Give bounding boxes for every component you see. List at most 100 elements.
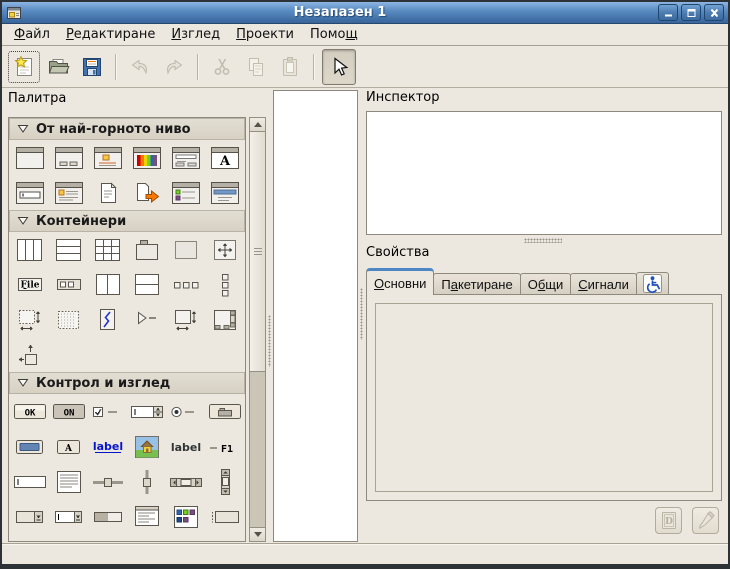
palette-section-header-0[interactable]: От най-горното ниво [9, 118, 245, 140]
menu-file[interactable]: Файл [6, 25, 58, 45]
palette-item-file-chooser-dialog[interactable] [133, 180, 161, 206]
tab-common[interactable]: Общи [520, 273, 572, 294]
palette-item-image[interactable] [134, 434, 160, 460]
toolbar-redo-button[interactable] [158, 51, 190, 83]
palette-item-combo-box[interactable] [15, 504, 45, 530]
palette-item-check-button[interactable] [91, 399, 125, 425]
palette-item-alignment[interactable] [17, 342, 43, 368]
palette-item-toggle-button[interactable]: ON [52, 399, 86, 425]
palette-item-notebook[interactable] [134, 237, 160, 263]
menu-edit[interactable]: Редактиране [58, 25, 163, 45]
palette-item-vbutton-box[interactable] [212, 272, 238, 298]
palette-item-menu-bar[interactable]: File [17, 272, 43, 298]
palette-item-file-selection-dialog[interactable] [172, 145, 200, 171]
inspector-view[interactable] [366, 111, 722, 235]
palette-item-scrolled-window[interactable] [173, 307, 199, 333]
paned-handle-left[interactable] [267, 117, 272, 542]
palette-item-accel-label[interactable]: F1 [208, 434, 242, 460]
titlebar[interactable]: Незапазен 1 [2, 2, 728, 24]
palette-item-progress-bar[interactable] [93, 504, 123, 530]
palette-item-assistant[interactable] [94, 180, 122, 206]
palette-item-part-tick[interactable] [173, 539, 199, 542]
toolbar-open-button[interactable] [42, 51, 74, 83]
hbox-icon [17, 238, 43, 262]
palette-item-font-selection-dialog[interactable]: A [211, 145, 239, 171]
palette-item-hscale[interactable] [91, 469, 125, 495]
palette-item-layout[interactable] [212, 307, 238, 333]
palette-scrollbar[interactable] [249, 117, 266, 542]
palette-item-fixed[interactable] [212, 237, 238, 263]
palette-item-hscrollbar[interactable] [169, 469, 203, 495]
scrollbar-thumb[interactable] [250, 132, 265, 372]
menu-view[interactable]: Изглед [163, 25, 228, 45]
palette-item-spin-button[interactable] [130, 399, 164, 425]
palette-item-button[interactable]: OK [13, 399, 47, 425]
palette-item-cell-view[interactable] [210, 504, 240, 530]
palette-item-message-dialog[interactable] [94, 145, 122, 171]
palette-section-header-2[interactable]: Контрол и изглед [9, 372, 245, 394]
palette-item-recent-chooser-dialog[interactable] [172, 180, 200, 206]
palette-item-frame[interactable] [173, 237, 199, 263]
toolbar-selector-button[interactable] [322, 49, 356, 85]
splitter-handle[interactable] [524, 238, 562, 243]
tab-general[interactable]: Основни [366, 268, 434, 295]
palette-item-dialog[interactable] [55, 145, 83, 171]
menu-help[interactable]: Помощ [302, 25, 366, 45]
palette-item-toolbar-window[interactable] [211, 180, 239, 206]
palette-item-input-dialog[interactable] [16, 180, 44, 206]
palette-item-font-button[interactable]: A [56, 434, 82, 460]
message-dialog-icon [94, 147, 122, 169]
palette-item-part-line[interactable] [56, 539, 82, 542]
palette-item-text-view[interactable] [56, 469, 82, 495]
tab-accessibility[interactable] [636, 272, 669, 294]
palette-item-about-dialog[interactable] [55, 180, 83, 206]
palette-item-hpaned[interactable] [95, 272, 121, 298]
palette-item-color-selection-dialog[interactable] [133, 145, 161, 171]
toolbar-undo-button[interactable] [124, 51, 156, 83]
scroll-up-button[interactable] [250, 118, 265, 132]
palette-item-color-button[interactable] [15, 434, 45, 460]
palette-item-part-box[interactable] [95, 539, 121, 542]
palette-item-viewport[interactable] [17, 307, 43, 333]
edit-style-button[interactable] [692, 507, 719, 534]
tab-signals[interactable]: Сигнали [570, 273, 637, 294]
palette-item-layout-grid[interactable] [56, 307, 82, 333]
palette-item-hbox[interactable] [17, 237, 43, 263]
palette-item-vpaned[interactable] [134, 272, 160, 298]
devhelp-button[interactable]: D [655, 507, 682, 534]
palette-item-hbutton-box[interactable] [173, 272, 199, 298]
palette-item-toolbar[interactable] [56, 272, 82, 298]
palette-item-window[interactable] [16, 145, 44, 171]
statusbar [2, 543, 728, 564]
palette-section-header-1[interactable]: Контейнери [9, 210, 245, 232]
toolbar-copy-button[interactable] [240, 51, 272, 83]
palette-item-vbox[interactable] [56, 237, 82, 263]
palette-item-file-chooser-button[interactable] [208, 399, 242, 425]
toolbar-paste-button[interactable] [274, 51, 306, 83]
palette-item-tree-view[interactable] [134, 504, 160, 530]
palette-item-radio-button[interactable] [169, 399, 203, 425]
minimize-button[interactable] [658, 4, 678, 21]
toolbar-new-button[interactable] [8, 51, 40, 83]
toolbar-save-button[interactable] [76, 51, 108, 83]
toolbar-cut-button[interactable] [206, 51, 238, 83]
menu-projects[interactable]: Проекти [228, 25, 302, 45]
palette-item-entry[interactable] [13, 469, 47, 495]
palette-item-vscale[interactable] [139, 469, 155, 495]
tab-packing[interactable]: Пакетиране [433, 273, 520, 294]
maximize-button[interactable] [681, 4, 701, 21]
palette-item-label[interactable]: label [171, 434, 201, 460]
close-button[interactable] [704, 4, 724, 21]
palette-item-icon-view[interactable] [173, 504, 199, 530]
svg-text:label: label [92, 440, 122, 453]
svg-text:OK: OK [24, 409, 35, 419]
font-selection-dialog-icon: A [211, 147, 239, 169]
palette-item-curve[interactable] [95, 307, 121, 333]
palette-item-expander[interactable] [134, 307, 160, 333]
scroll-down-button[interactable] [250, 527, 265, 541]
palette-item-vscrollbar[interactable] [218, 469, 232, 495]
palette-grid-1: File [9, 232, 245, 372]
palette-item-combo-box-entry[interactable] [54, 504, 84, 530]
palette-item-table[interactable] [95, 237, 121, 263]
palette-item-link-button[interactable]: label [90, 434, 126, 460]
